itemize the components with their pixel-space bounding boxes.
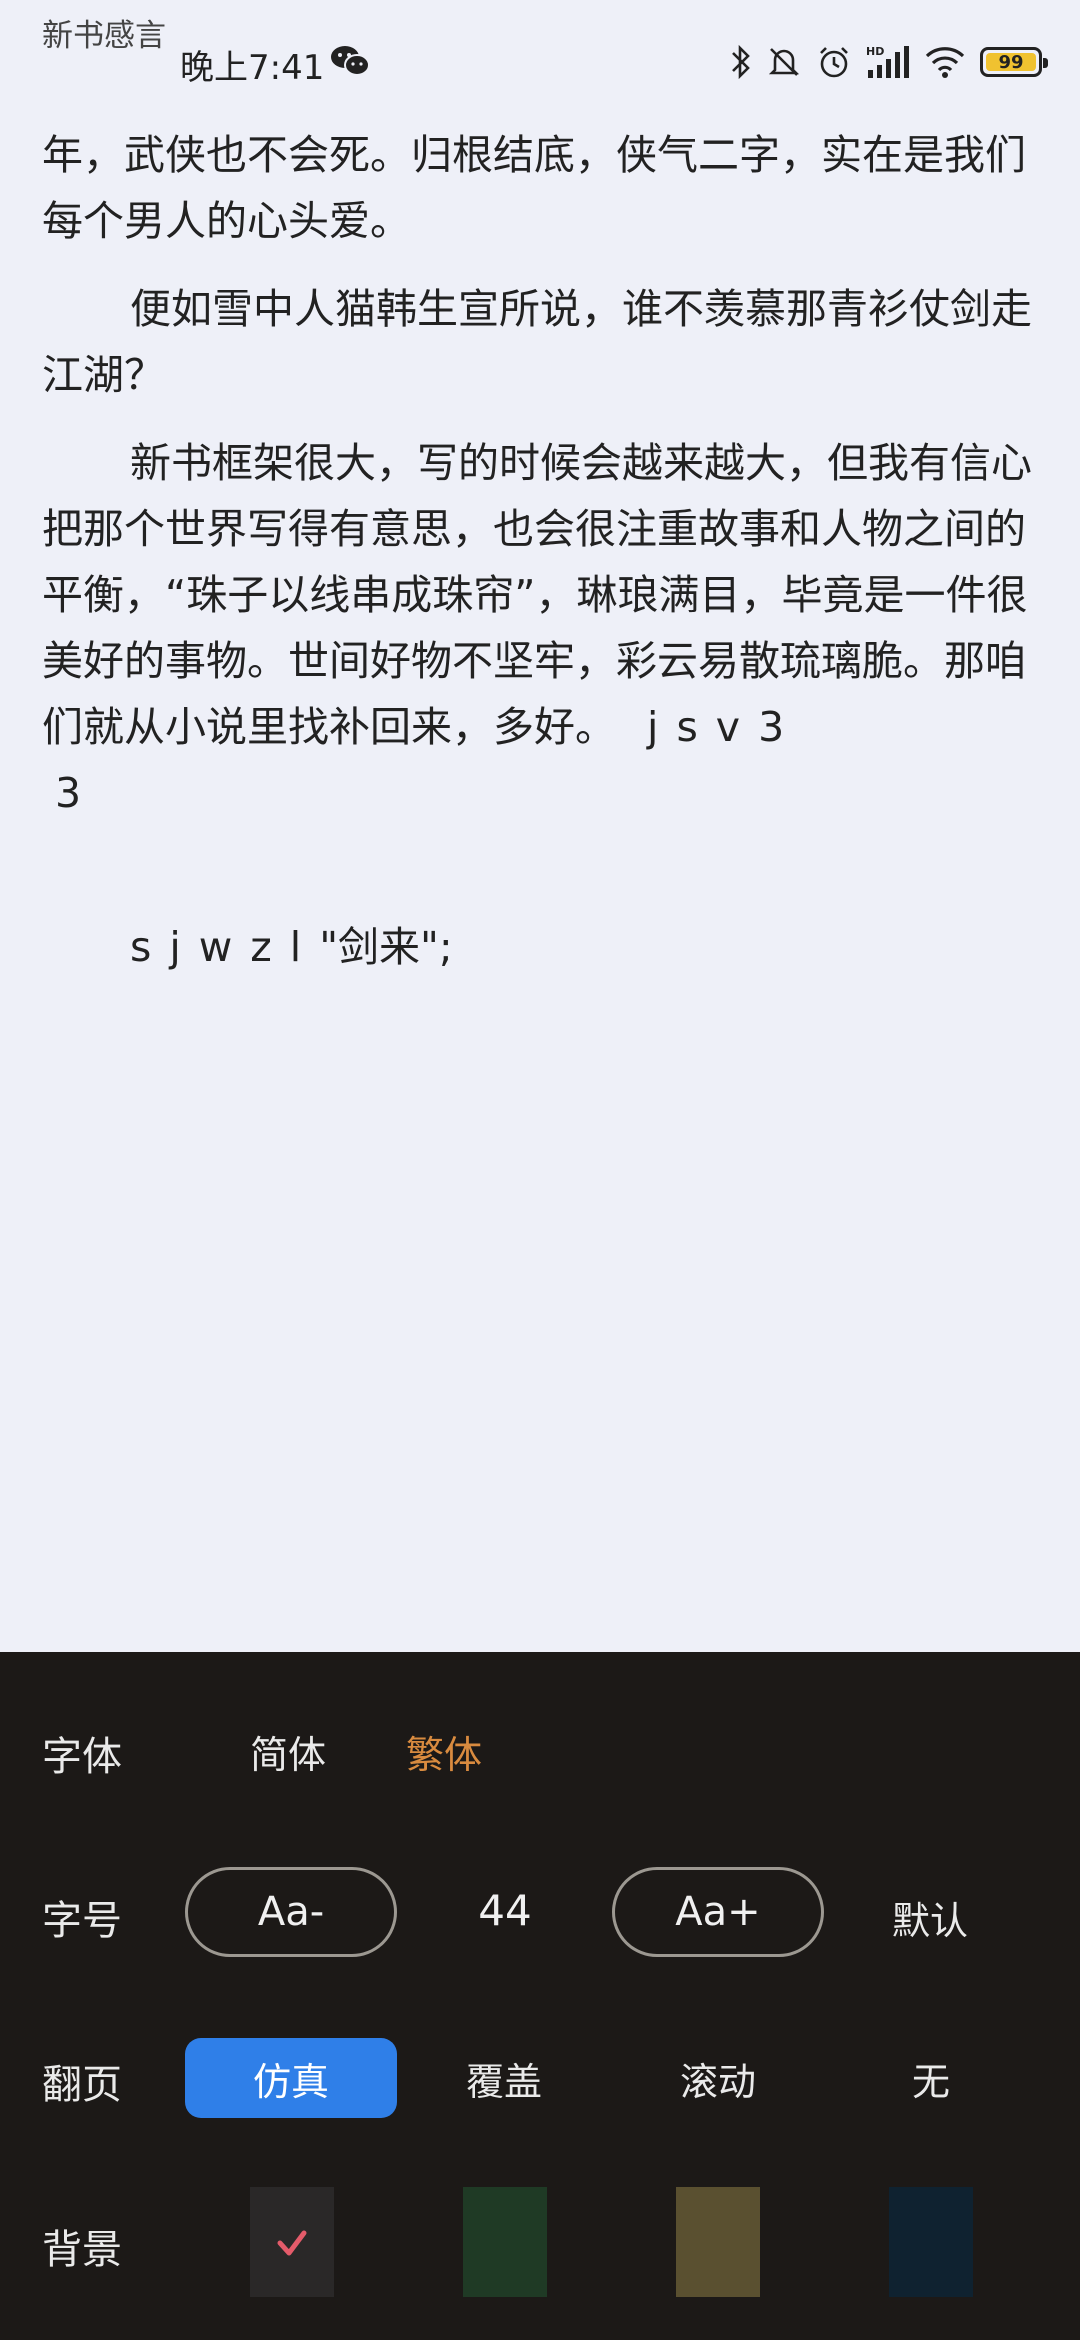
font-label: 字体 [42, 1734, 122, 1780]
status-icons: HD 99 [730, 40, 1048, 84]
font-simplified-option[interactable]: 简体 [248, 1724, 328, 1779]
bg-swatch-dark[interactable] [250, 2187, 334, 2297]
bg-swatch-navy[interactable] [889, 2187, 973, 2297]
paragraph-code-end: 3 [55, 769, 82, 817]
paragraph: sjwzl"剑来"; [42, 914, 1042, 980]
paragraph: 年，武侠也不会死。归根结底，侠气二字，实在是我们每个男人的心头爱。 [42, 131, 1026, 245]
hd-signal-icon: HD [866, 45, 909, 78]
flip-scroll-option[interactable]: 滚动 [612, 2038, 824, 2118]
wechat-icon [331, 46, 370, 76]
size-label: 字号 [42, 1898, 122, 1944]
paragraph-code: jsv3 [616, 703, 802, 751]
mute-icon [768, 48, 800, 76]
status-bar: 晚上7:41 HD 99 [0, 0, 1080, 110]
battery-icon: 99 [980, 47, 1048, 77]
paragraph: 便如雪中人猫韩生宣所说，谁不羡慕那青衫仗剑走江湖？ [42, 285, 1032, 399]
increase-font-button[interactable]: Aa+ [612, 1867, 824, 1957]
flip-simulation-option[interactable]: 仿真 [185, 2038, 397, 2118]
svg-text:HD: HD [866, 45, 884, 58]
bg-swatch-green[interactable] [463, 2187, 547, 2297]
font-traditional-option[interactable]: 繁体 [404, 1724, 484, 1779]
flip-cover-option[interactable]: 覆盖 [398, 2038, 610, 2118]
alarm-icon [820, 47, 848, 78]
flip-none-option[interactable]: 无 [825, 2038, 1037, 2118]
last-line-code: sjwzl [130, 923, 320, 971]
bg-swatch-olive[interactable] [676, 2187, 760, 2297]
reading-content[interactable]: 年，武侠也不会死。归根结底，侠气二字，实在是我们每个男人的心头爱。 便如雪中人猫… [42, 122, 1042, 1002]
code-text: jsv3 [647, 703, 803, 751]
wifi-icon [925, 47, 965, 78]
font-size-value: 44 [478, 1886, 532, 1935]
status-time: 晚上7:41 [180, 48, 325, 88]
default-size-button[interactable]: 默认 [880, 1890, 980, 1945]
paragraph: 新书框架很大，写的时候会越来越大，但我有信心把那个世界写得有意思，也会很注重故事… [42, 430, 1042, 826]
decrease-font-button[interactable]: Aa- [185, 1867, 397, 1957]
battery-level: 99 [986, 52, 1036, 73]
checkmark-icon [277, 2230, 307, 2256]
page-flip-label: 翻页 [42, 2062, 122, 2108]
bluetooth-icon [732, 44, 750, 80]
background-label: 背景 [42, 2227, 122, 2273]
last-line-quote: "剑来"; [319, 923, 453, 971]
paragraph-text: 新书框架很大，写的时候会越来越大，但我有信心把那个世界写得有意思，也会很注重故事… [42, 439, 1032, 751]
